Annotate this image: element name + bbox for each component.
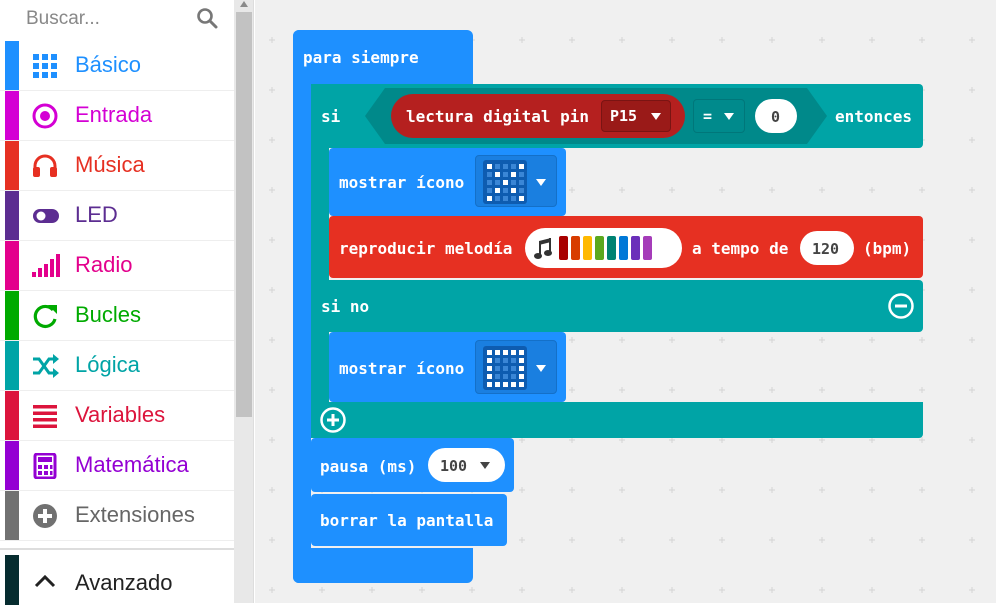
operator-value: = xyxy=(703,107,713,125)
search-bar xyxy=(0,0,234,40)
shuffle-icon xyxy=(33,354,59,378)
category-label: Entrada xyxy=(75,102,153,127)
category-bucles[interactable]: Bucles xyxy=(0,291,234,341)
category-stripe xyxy=(5,441,19,490)
digital-read-label: lectura digital pin xyxy=(406,107,590,126)
melody-notes-icon xyxy=(534,236,652,260)
category-variables[interactable]: Variables xyxy=(0,391,234,441)
bpm-label: (bpm) xyxy=(863,239,912,258)
radio-button-icon xyxy=(32,103,58,129)
show-icon-label-1: mostrar ícono xyxy=(339,173,465,192)
category-matematica[interactable]: Matemática xyxy=(0,441,234,491)
category-stripe xyxy=(5,41,19,90)
lines-icon xyxy=(33,405,57,428)
plus-circle-icon xyxy=(33,504,57,528)
pin-dropdown-caret-icon xyxy=(651,113,661,120)
else-section[interactable] xyxy=(311,280,923,332)
signal-bars-icon xyxy=(32,254,60,277)
category-label: Matemática xyxy=(75,452,189,477)
pause-label: pausa (ms) xyxy=(320,457,417,476)
toolbox: Básico Entrada Música LED xyxy=(0,0,234,605)
category-label: LED xyxy=(75,202,118,227)
category-basico[interactable]: Básico xyxy=(0,41,234,91)
category-stripe xyxy=(5,291,19,340)
category-stripe xyxy=(5,391,19,440)
scrollbar-thumb[interactable] xyxy=(236,12,252,417)
category-stripe xyxy=(5,241,19,290)
if-block-arm[interactable] xyxy=(311,84,329,438)
icon-picker-caret-icon xyxy=(536,365,546,372)
category-label: Extensiones xyxy=(75,502,195,527)
search-icon[interactable] xyxy=(195,6,219,30)
grid-icon xyxy=(33,54,57,78)
category-label: Música xyxy=(75,152,145,177)
category-label: Lógica xyxy=(75,352,140,377)
category-label: Avanzado xyxy=(75,570,173,595)
chevron-up-icon xyxy=(34,574,56,588)
category-label: Radio xyxy=(75,252,133,277)
else-label: si no xyxy=(321,297,370,316)
category-stripe xyxy=(5,341,19,390)
category-stripe xyxy=(5,91,19,140)
category-radio[interactable]: Radio xyxy=(0,241,234,291)
category-logica[interactable]: Lógica xyxy=(0,341,234,391)
pin-value: P15 xyxy=(610,107,638,125)
tempo-label: a tempo de xyxy=(692,239,789,258)
compare-value: 0 xyxy=(771,108,781,126)
category-stripe xyxy=(5,141,19,190)
calculator-icon xyxy=(33,453,57,479)
square-pattern-icon xyxy=(483,346,527,390)
remove-else-minus-icon[interactable] xyxy=(887,292,915,320)
headphones-icon xyxy=(33,154,57,177)
add-branch-plus-icon[interactable] xyxy=(319,406,347,434)
category-stripe xyxy=(5,555,19,605)
category-stripe xyxy=(5,491,19,540)
category-musica[interactable]: Música xyxy=(0,141,234,191)
forever-label: para siempre xyxy=(303,48,419,67)
icon-picker-caret-icon xyxy=(536,179,546,186)
category-label: Básico xyxy=(75,52,142,77)
play-melody-label: reproducir melodía xyxy=(339,239,513,258)
operator-dropdown-caret-icon xyxy=(724,113,734,120)
search-input[interactable] xyxy=(14,4,184,34)
refresh-icon xyxy=(33,304,57,329)
category-avanzado[interactable]: Avanzado xyxy=(0,548,234,605)
category-label: Variables xyxy=(75,402,166,427)
tempo-value: 120 xyxy=(812,240,840,258)
operator-dropdown[interactable] xyxy=(693,99,745,133)
category-entrada[interactable]: Entrada xyxy=(0,91,234,141)
x-mark-icon xyxy=(483,160,527,204)
forever-block-arm[interactable] xyxy=(293,30,311,583)
scroll-up-arrow-icon[interactable] xyxy=(240,1,248,7)
category-stripe xyxy=(5,191,19,240)
workspace[interactable]: para siempre si entonces si no lectura d… xyxy=(255,0,996,603)
if-block-bottom[interactable] xyxy=(311,402,923,438)
category-extensiones[interactable]: Extensiones xyxy=(0,491,234,541)
category-label: Bucles xyxy=(75,302,142,327)
show-icon-label-2: mostrar ícono xyxy=(339,359,465,378)
toggle-icon xyxy=(33,209,59,223)
pause-dropdown-caret-icon xyxy=(480,462,490,469)
toolbox-scrollbar[interactable] xyxy=(234,0,254,603)
if-label: si xyxy=(321,107,341,126)
clear-screen-label: borrar la pantalla xyxy=(320,511,494,530)
forever-block-bottom[interactable] xyxy=(293,548,473,583)
pause-value: 100 xyxy=(440,457,468,475)
category-led[interactable]: LED xyxy=(0,191,234,241)
then-label: entonces xyxy=(835,107,913,126)
